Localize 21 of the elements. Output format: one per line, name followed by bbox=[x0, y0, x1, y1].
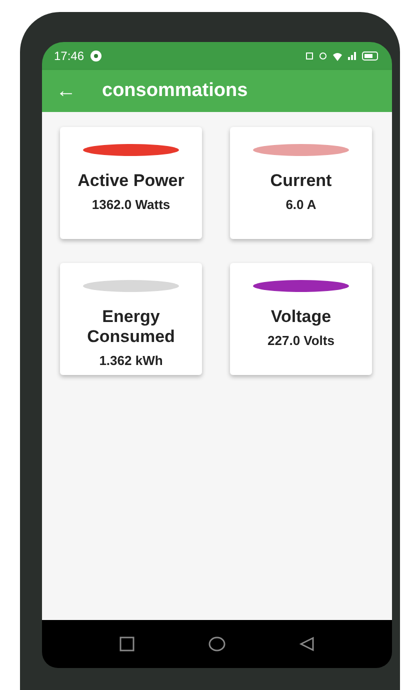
battery-icon bbox=[362, 51, 378, 61]
home-icon[interactable] bbox=[208, 636, 226, 652]
metric-card[interactable]: Active Power 1362.0 Watts bbox=[60, 127, 202, 239]
metric-title: Active Power bbox=[78, 171, 184, 191]
metric-card[interactable]: Energy Consumed 1.362 kWh bbox=[60, 263, 202, 375]
metric-title: Energy Consumed bbox=[86, 307, 176, 347]
metric-value: 227.0 Volts bbox=[268, 333, 334, 348]
metric-title: Current bbox=[270, 171, 332, 191]
metric-value: 6.0 A bbox=[286, 197, 316, 212]
status-time: 17:46 bbox=[54, 49, 84, 63]
metric-value: 1.362 kWh bbox=[99, 353, 163, 368]
metric-card[interactable]: Current 6.0 A bbox=[230, 127, 372, 239]
signal-icon bbox=[348, 52, 356, 60]
metric-card[interactable]: Voltage 227.0 Volts bbox=[230, 263, 372, 375]
metric-value: 1362.0 Watts bbox=[92, 197, 170, 212]
wifi-icon bbox=[333, 52, 342, 60]
notification-icon bbox=[90, 50, 102, 62]
page-title: consommations bbox=[102, 80, 248, 102]
metric-title: Voltage bbox=[270, 307, 332, 327]
recents-icon[interactable] bbox=[118, 636, 135, 652]
back-icon[interactable] bbox=[299, 636, 316, 652]
